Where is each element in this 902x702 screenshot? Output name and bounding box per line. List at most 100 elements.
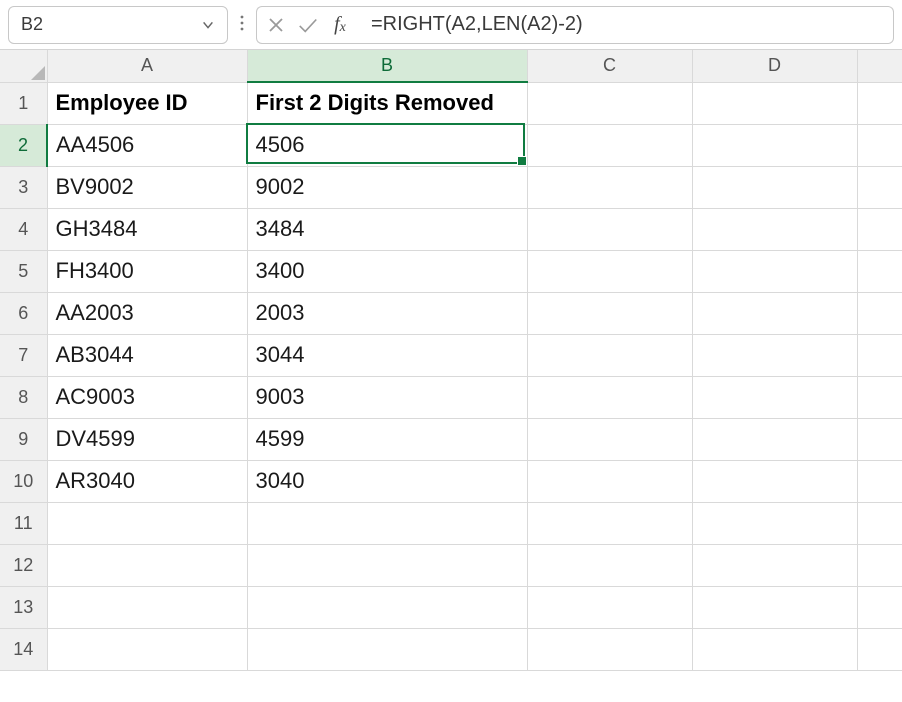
- cell-D11[interactable]: [692, 502, 857, 544]
- cell-C6[interactable]: [527, 292, 692, 334]
- cell-A10[interactable]: AR3040: [47, 460, 247, 502]
- cell-partial: [857, 82, 902, 124]
- cell-C2[interactable]: [527, 124, 692, 166]
- cell-D12[interactable]: [692, 544, 857, 586]
- cell-partial: [857, 250, 902, 292]
- spreadsheet-grid[interactable]: ABCD 1Employee IDFirst 2 Digits Removed 2…: [0, 50, 902, 671]
- row-header-9[interactable]: 9: [0, 418, 47, 460]
- cell-B8[interactable]: 9003: [247, 376, 527, 418]
- separator-icon: [236, 11, 248, 39]
- cell-C14[interactable]: [527, 628, 692, 670]
- cell-B6[interactable]: 2003: [247, 292, 527, 334]
- cell-D1[interactable]: [692, 82, 857, 124]
- cell-content: [48, 645, 247, 653]
- cell-B4[interactable]: 3484: [247, 208, 527, 250]
- column-header-d[interactable]: D: [692, 50, 857, 82]
- cell-B9[interactable]: 4599: [247, 418, 527, 460]
- cell-partial: [857, 208, 902, 250]
- insert-function-icon[interactable]: fx: [325, 9, 355, 41]
- cell-B3[interactable]: 9002: [247, 166, 527, 208]
- cell-C8[interactable]: [527, 376, 692, 418]
- cell-C4[interactable]: [527, 208, 692, 250]
- cell-content: [693, 561, 857, 569]
- cell-A5[interactable]: FH3400: [47, 250, 247, 292]
- cell-B1[interactable]: First 2 Digits Removed: [247, 82, 527, 124]
- cell-partial: [857, 418, 902, 460]
- cell-C9[interactable]: [527, 418, 692, 460]
- cell-A13[interactable]: [47, 586, 247, 628]
- cell-D6[interactable]: [692, 292, 857, 334]
- cell-D5[interactable]: [692, 250, 857, 292]
- row-header-6[interactable]: 6: [0, 292, 47, 334]
- cell-A14[interactable]: [47, 628, 247, 670]
- cell-A6[interactable]: AA2003: [47, 292, 247, 334]
- cell-content: [693, 99, 857, 107]
- cell-B7[interactable]: 3044: [247, 334, 527, 376]
- row-header-2[interactable]: 2: [0, 124, 47, 166]
- row-header-7[interactable]: 7: [0, 334, 47, 376]
- cell-D8[interactable]: [692, 376, 857, 418]
- row-header-1[interactable]: 1: [0, 82, 47, 124]
- row-header-8[interactable]: 8: [0, 376, 47, 418]
- cell-content: [248, 603, 527, 611]
- cell-B11[interactable]: [247, 502, 527, 544]
- cell-content: [693, 183, 857, 191]
- cell-content: [528, 645, 692, 653]
- cell-D4[interactable]: [692, 208, 857, 250]
- cell-C13[interactable]: [527, 586, 692, 628]
- chevron-down-icon[interactable]: [201, 18, 215, 32]
- cell-D13[interactable]: [692, 586, 857, 628]
- cell-D14[interactable]: [692, 628, 857, 670]
- cell-B12[interactable]: [247, 544, 527, 586]
- column-header-partial: [857, 50, 902, 82]
- cell-D9[interactable]: [692, 418, 857, 460]
- cell-C3[interactable]: [527, 166, 692, 208]
- row-header-13[interactable]: 13: [0, 586, 47, 628]
- cell-B5[interactable]: 3400: [247, 250, 527, 292]
- cell-B10[interactable]: 3040: [247, 460, 527, 502]
- row-header-3[interactable]: 3: [0, 166, 47, 208]
- cell-A1[interactable]: Employee ID: [47, 82, 247, 124]
- row-header-5[interactable]: 5: [0, 250, 47, 292]
- row-header-11[interactable]: 11: [0, 502, 47, 544]
- name-box[interactable]: B2: [8, 6, 228, 44]
- cancel-icon[interactable]: [261, 9, 291, 41]
- cell-content: [248, 519, 527, 527]
- cell-D3[interactable]: [692, 166, 857, 208]
- cell-C11[interactable]: [527, 502, 692, 544]
- cell-content: 3484: [248, 212, 527, 246]
- cell-B13[interactable]: [247, 586, 527, 628]
- enter-icon[interactable]: [293, 9, 323, 41]
- cell-C10[interactable]: [527, 460, 692, 502]
- cell-C1[interactable]: [527, 82, 692, 124]
- column-header-b[interactable]: B: [247, 50, 527, 82]
- cell-C12[interactable]: [527, 544, 692, 586]
- cell-content: [693, 393, 857, 401]
- cell-D7[interactable]: [692, 334, 857, 376]
- cell-A11[interactable]: [47, 502, 247, 544]
- cell-content: [48, 561, 247, 569]
- cell-B2[interactable]: 4506: [247, 124, 527, 166]
- cell-B14[interactable]: [247, 628, 527, 670]
- cell-A4[interactable]: GH3484: [47, 208, 247, 250]
- cell-D2[interactable]: [692, 124, 857, 166]
- column-header-c[interactable]: C: [527, 50, 692, 82]
- row-header-12[interactable]: 12: [0, 544, 47, 586]
- formula-input[interactable]: =RIGHT(A2,LEN(A2)-2): [359, 6, 894, 44]
- column-header-a[interactable]: A: [47, 50, 247, 82]
- name-box-value: B2: [21, 14, 43, 35]
- cell-A9[interactable]: DV4599: [47, 418, 247, 460]
- cell-A8[interactable]: AC9003: [47, 376, 247, 418]
- cell-D10[interactable]: [692, 460, 857, 502]
- cell-A7[interactable]: AB3044: [47, 334, 247, 376]
- cell-C7[interactable]: [527, 334, 692, 376]
- row-header-10[interactable]: 10: [0, 460, 47, 502]
- cell-A3[interactable]: BV9002: [47, 166, 247, 208]
- cell-content: [528, 603, 692, 611]
- row-header-14[interactable]: 14: [0, 628, 47, 670]
- cell-A2[interactable]: AA4506: [47, 124, 247, 166]
- select-all-corner[interactable]: [0, 50, 47, 82]
- row-header-4[interactable]: 4: [0, 208, 47, 250]
- cell-A12[interactable]: [47, 544, 247, 586]
- cell-C5[interactable]: [527, 250, 692, 292]
